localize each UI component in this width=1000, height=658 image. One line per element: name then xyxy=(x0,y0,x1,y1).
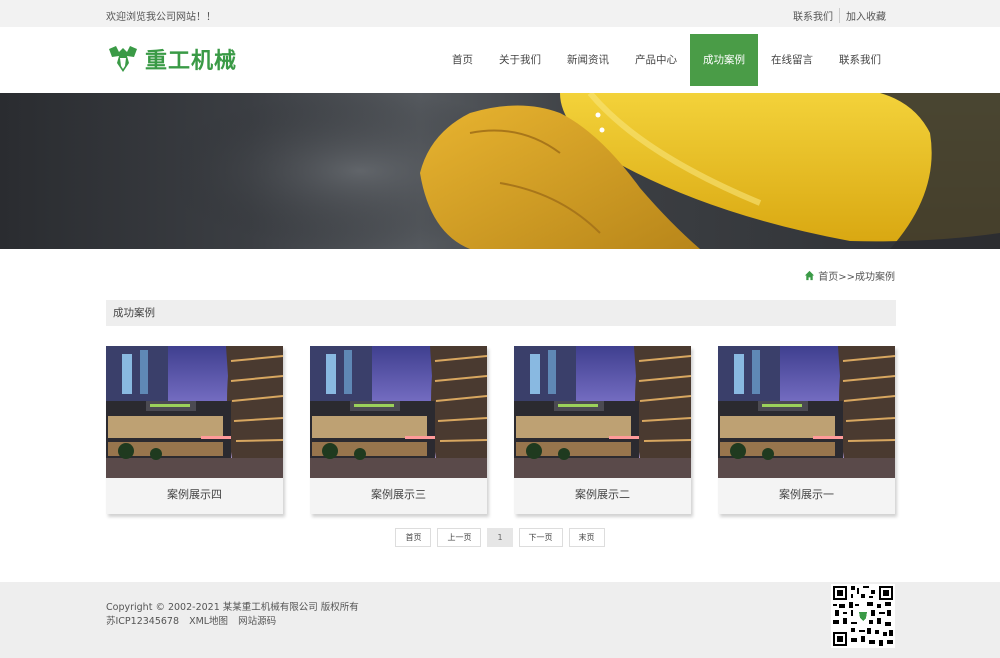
page-next-button[interactable]: 下一页 xyxy=(518,528,563,547)
header: 重工机械 首页 关于我们 新闻资讯 产品中心 成功案例 在线留言 联系我们 xyxy=(0,27,1000,93)
case-caption[interactable]: 案例展示二 xyxy=(514,478,691,514)
add-favorite-link[interactable]: 加入收藏 xyxy=(839,8,892,23)
case-thumbnail[interactable] xyxy=(718,346,895,478)
pagination: 首页 上一页 1 下一页 末页 xyxy=(0,528,1000,547)
top-links: 联系我们 加入收藏 xyxy=(787,8,892,23)
footer-links: 苏ICP12345678 XML地图 网站源码 xyxy=(106,613,283,627)
case-list: 案例展示四 案例展示三 案例展示二 案例展示一 xyxy=(106,346,896,516)
icp-link[interactable]: 苏ICP12345678 xyxy=(106,616,179,627)
case-caption[interactable]: 案例展示一 xyxy=(718,478,895,514)
case-card[interactable]: 案例展示四 xyxy=(106,346,283,514)
section-title-bar: 成功案例 xyxy=(106,300,896,326)
case-thumbnail[interactable] xyxy=(514,346,691,478)
banner-image xyxy=(0,93,1000,249)
main-nav: 首页 关于我们 新闻资讯 产品中心 成功案例 在线留言 联系我们 xyxy=(439,34,894,86)
section-title: 成功案例 xyxy=(113,307,155,319)
breadcrumb-text[interactable]: 首页>>成功案例 xyxy=(818,268,895,283)
case-card[interactable]: 案例展示二 xyxy=(514,346,691,514)
nav-news[interactable]: 新闻资讯 xyxy=(554,34,622,86)
case-thumbnail[interactable] xyxy=(106,346,283,478)
case-caption[interactable]: 案例展示四 xyxy=(106,478,283,514)
case-card[interactable]: 案例展示一 xyxy=(718,346,895,514)
page-first-button[interactable]: 首页 xyxy=(395,528,432,547)
page-last-button[interactable]: 末页 xyxy=(568,528,605,547)
nav-home[interactable]: 首页 xyxy=(439,34,486,86)
contact-us-link[interactable]: 联系我们 xyxy=(787,8,839,23)
qr-code-icon xyxy=(831,584,895,648)
home-icon xyxy=(805,270,815,281)
nav-message[interactable]: 在线留言 xyxy=(758,34,826,86)
source-link[interactable]: 网站源码 xyxy=(238,616,276,627)
case-thumbnail[interactable] xyxy=(310,346,487,478)
top-bar: 欢迎浏览我公司网站！！ 联系我们 加入收藏 xyxy=(0,0,1000,27)
footer: Copyright © 2002-2021 某某重工机械有限公司 版权所有 苏I… xyxy=(0,582,1000,658)
nav-cases[interactable]: 成功案例 xyxy=(690,34,758,86)
welcome-text: 欢迎浏览我公司网站！！ xyxy=(106,12,216,23)
case-card[interactable]: 案例展示三 xyxy=(310,346,487,514)
nav-contact[interactable]: 联系我们 xyxy=(826,34,894,86)
xml-map-link[interactable]: XML地图 xyxy=(189,616,228,627)
logo[interactable]: 重工机械 xyxy=(107,43,237,75)
leaf-gear-logo-icon xyxy=(109,46,137,72)
nav-about[interactable]: 关于我们 xyxy=(486,34,554,86)
hardhat-banner-illustration xyxy=(180,93,1000,249)
breadcrumb: 首页>>成功案例 xyxy=(804,268,895,283)
logo-text: 重工机械 xyxy=(145,49,238,74)
page-current[interactable]: 1 xyxy=(487,528,513,547)
copyright-text: Copyright © 2002-2021 某某重工机械有限公司 版权所有 xyxy=(106,602,359,613)
page-prev-button[interactable]: 上一页 xyxy=(437,528,482,547)
nav-products[interactable]: 产品中心 xyxy=(622,34,690,86)
case-caption[interactable]: 案例展示三 xyxy=(310,478,487,514)
